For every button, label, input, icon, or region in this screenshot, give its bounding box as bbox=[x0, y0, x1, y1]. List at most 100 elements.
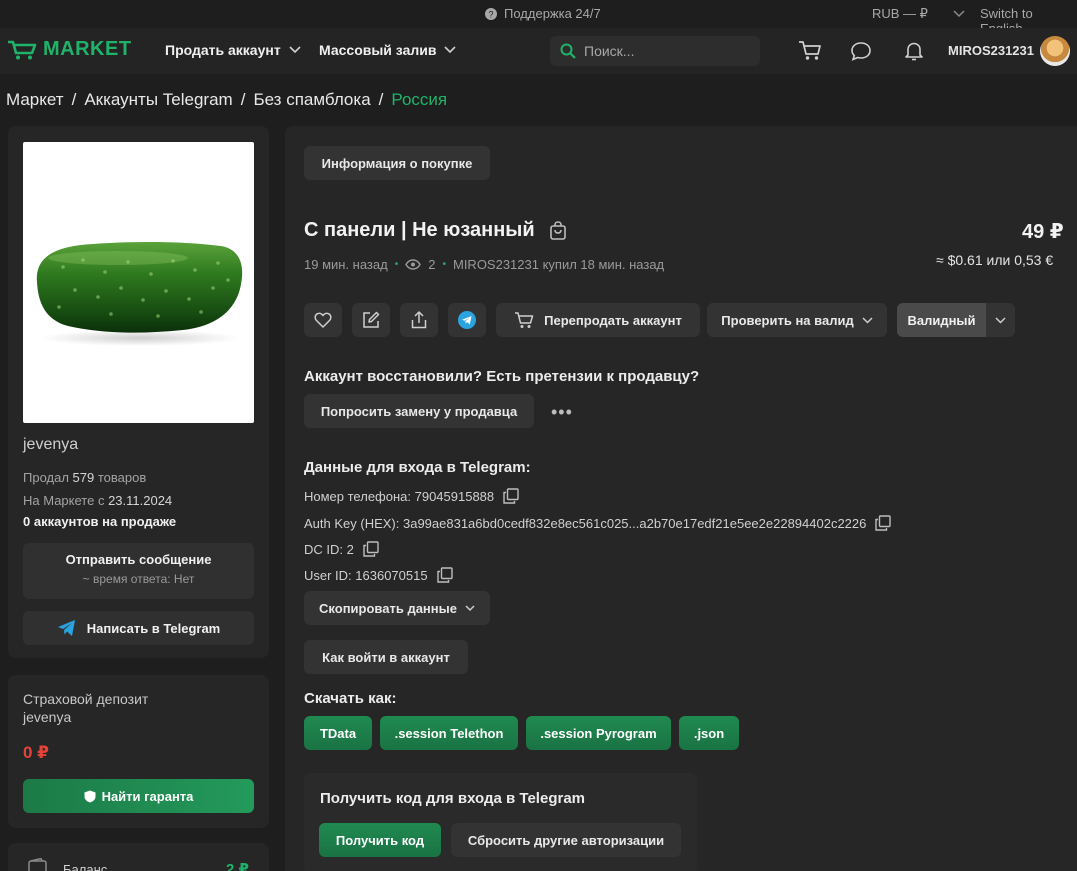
breadcrumb-separator: / bbox=[71, 90, 77, 109]
search-box[interactable] bbox=[550, 36, 760, 66]
deposit-owner: jevenya bbox=[23, 709, 72, 725]
share-button[interactable] bbox=[400, 303, 438, 337]
breadcrumb-russia[interactable]: Россия bbox=[391, 90, 447, 110]
main-header: MARKET Продать аккаунт Массовый залив MI… bbox=[0, 28, 1077, 74]
copy-data-button[interactable]: Скопировать данные bbox=[304, 591, 490, 625]
svg-text:?: ? bbox=[488, 9, 493, 19]
search-icon bbox=[560, 43, 576, 59]
how-to-login-button[interactable]: Как войти в аккаунт bbox=[304, 640, 468, 674]
notifications-button[interactable] bbox=[901, 38, 927, 64]
support-label: Поддержка 24/7 bbox=[504, 6, 601, 21]
nav-label: Продать аккаунт bbox=[165, 42, 281, 58]
send-message-button[interactable]: Отправить сообщение ~ время ответа: Нет bbox=[23, 543, 254, 599]
login-data-heading: Данные для входа в Telegram: bbox=[304, 459, 531, 476]
find-guarantor-label: Найти гаранта bbox=[101, 788, 194, 804]
username[interactable]: MIROS231231 bbox=[948, 43, 1034, 58]
seller-name[interactable]: jevenya bbox=[23, 436, 78, 454]
logo[interactable]: MARKET bbox=[7, 38, 132, 61]
telegram-contact-label: Написать в Telegram bbox=[86, 620, 221, 636]
meta-separator: • bbox=[442, 259, 446, 270]
find-guarantor-button[interactable]: Найти гаранта bbox=[23, 779, 254, 813]
request-replacement-button[interactable]: Попросить замену у продавца bbox=[304, 394, 534, 428]
more-options-icon[interactable]: ••• bbox=[551, 402, 573, 423]
valid-status-dropdown[interactable] bbox=[986, 303, 1015, 337]
valid-status-button[interactable]: Валидный bbox=[897, 303, 986, 337]
eye-icon bbox=[405, 259, 422, 270]
edit-icon bbox=[363, 311, 380, 328]
price-converted: ≈ $0.61 или 0,53 € bbox=[936, 252, 1054, 268]
reset-authorizations-button[interactable]: Сбросить другие авторизации bbox=[451, 823, 681, 857]
bell-icon bbox=[905, 42, 923, 61]
copy-icon[interactable] bbox=[875, 515, 892, 531]
breadcrumb-separator: / bbox=[240, 90, 246, 109]
response-time: ~ время ответа: Нет bbox=[82, 572, 195, 586]
telegram-share-button[interactable] bbox=[448, 303, 486, 337]
auth-key-row: Auth Key (HEX): 3a99ae831a6bd0cedf832e8e… bbox=[304, 515, 892, 531]
heart-icon bbox=[314, 312, 332, 328]
user-id: User ID: 1636070515 bbox=[304, 567, 428, 583]
copy-icon[interactable] bbox=[363, 541, 379, 557]
phone-row: Номер телефона: 79045915888 bbox=[304, 488, 519, 504]
nav-sell-account[interactable]: Продать аккаунт bbox=[165, 42, 301, 58]
seller-sold: Продал 579 товаров bbox=[23, 470, 146, 485]
since-date: 23.11.2024 bbox=[108, 493, 173, 508]
download-tdata-button[interactable]: TData bbox=[304, 716, 372, 750]
messages-button[interactable] bbox=[848, 38, 874, 64]
bag-icon[interactable] bbox=[549, 220, 567, 241]
support-link[interactable]: ? Поддержка 24/7 bbox=[484, 6, 601, 21]
resell-label: Перепродать аккаунт bbox=[544, 312, 682, 328]
top-strip: ? Поддержка 24/7 RUB — ₽ Switch to Engli… bbox=[0, 0, 1077, 36]
get-code-button[interactable]: Получить код bbox=[319, 823, 441, 857]
sold-suffix: товаров bbox=[94, 470, 147, 485]
wallet-icon bbox=[28, 858, 47, 871]
deposit-amount: 0 ₽ bbox=[23, 743, 50, 762]
product-image bbox=[23, 142, 254, 423]
share-icon bbox=[411, 311, 427, 329]
deposit-title: Страховой депозит jevenya bbox=[23, 690, 148, 726]
download-telethon-button[interactable]: .session Telethon bbox=[380, 716, 518, 750]
currency-selector[interactable]: RUB — ₽ bbox=[872, 6, 966, 22]
shield-icon bbox=[84, 790, 96, 802]
favorite-button[interactable] bbox=[304, 303, 342, 337]
download-heading: Скачать как: bbox=[304, 690, 397, 707]
telegram-icon bbox=[458, 311, 476, 329]
breadcrumb-telegram[interactable]: Аккаунты Telegram bbox=[84, 90, 232, 110]
copy-icon[interactable] bbox=[503, 488, 519, 504]
breadcrumb-no-spamblock[interactable]: Без спамблока bbox=[253, 90, 370, 110]
chevron-down-icon bbox=[465, 604, 475, 611]
cart-icon bbox=[515, 312, 534, 328]
cart-button[interactable] bbox=[797, 38, 823, 64]
edit-button[interactable] bbox=[352, 303, 390, 337]
avatar[interactable] bbox=[1040, 36, 1070, 66]
send-message-label: Отправить сообщение bbox=[65, 552, 212, 567]
telegram-contact-button[interactable]: Написать в Telegram bbox=[23, 611, 254, 645]
sold-count: 579 bbox=[72, 470, 95, 485]
sold-prefix: Продал bbox=[23, 470, 73, 485]
chevron-down-icon bbox=[953, 10, 965, 18]
breadcrumb-separator: / bbox=[378, 90, 384, 109]
nav-mass-upload[interactable]: Массовый залив bbox=[319, 42, 457, 58]
search-input[interactable] bbox=[584, 43, 744, 59]
cart-logo-icon bbox=[8, 40, 37, 59]
item-time-ago: 19 мин. назад bbox=[304, 257, 388, 272]
user-id-row: User ID: 1636070515 bbox=[304, 567, 453, 583]
meta-separator: • bbox=[394, 259, 399, 270]
seller-since: На Маркете с 23.11.2024 bbox=[23, 493, 172, 508]
breadcrumb-market[interactable]: Маркет bbox=[6, 90, 64, 110]
phone-number: Номер телефона: 79045915888 bbox=[304, 488, 495, 504]
purchase-info-button[interactable]: Информация о покупке bbox=[304, 146, 490, 180]
logo-text: MARKET bbox=[43, 38, 132, 60]
seller-on-sale[interactable]: 0 аккаунтов на продаже bbox=[23, 514, 176, 529]
download-pyrogram-button[interactable]: .session Pyrogram bbox=[526, 716, 671, 750]
check-valid-button[interactable]: Проверить на валид bbox=[707, 303, 887, 337]
login-code-heading: Получить код для входа в Telegram bbox=[320, 790, 585, 807]
nav-label: Массовый залив bbox=[319, 42, 437, 58]
chevron-down-icon bbox=[289, 46, 301, 54]
download-json-button[interactable]: .json bbox=[679, 716, 739, 750]
copy-data-label: Скопировать данные bbox=[319, 600, 457, 616]
breadcrumb: Маркет / Аккаунты Telegram / Без спамбло… bbox=[6, 90, 447, 110]
resell-button[interactable]: Перепродать аккаунт bbox=[496, 303, 700, 337]
claim-heading: Аккаунт восстановили? Есть претензии к п… bbox=[304, 368, 700, 385]
balance-label: Баланс bbox=[63, 862, 108, 871]
copy-icon[interactable] bbox=[436, 567, 453, 583]
